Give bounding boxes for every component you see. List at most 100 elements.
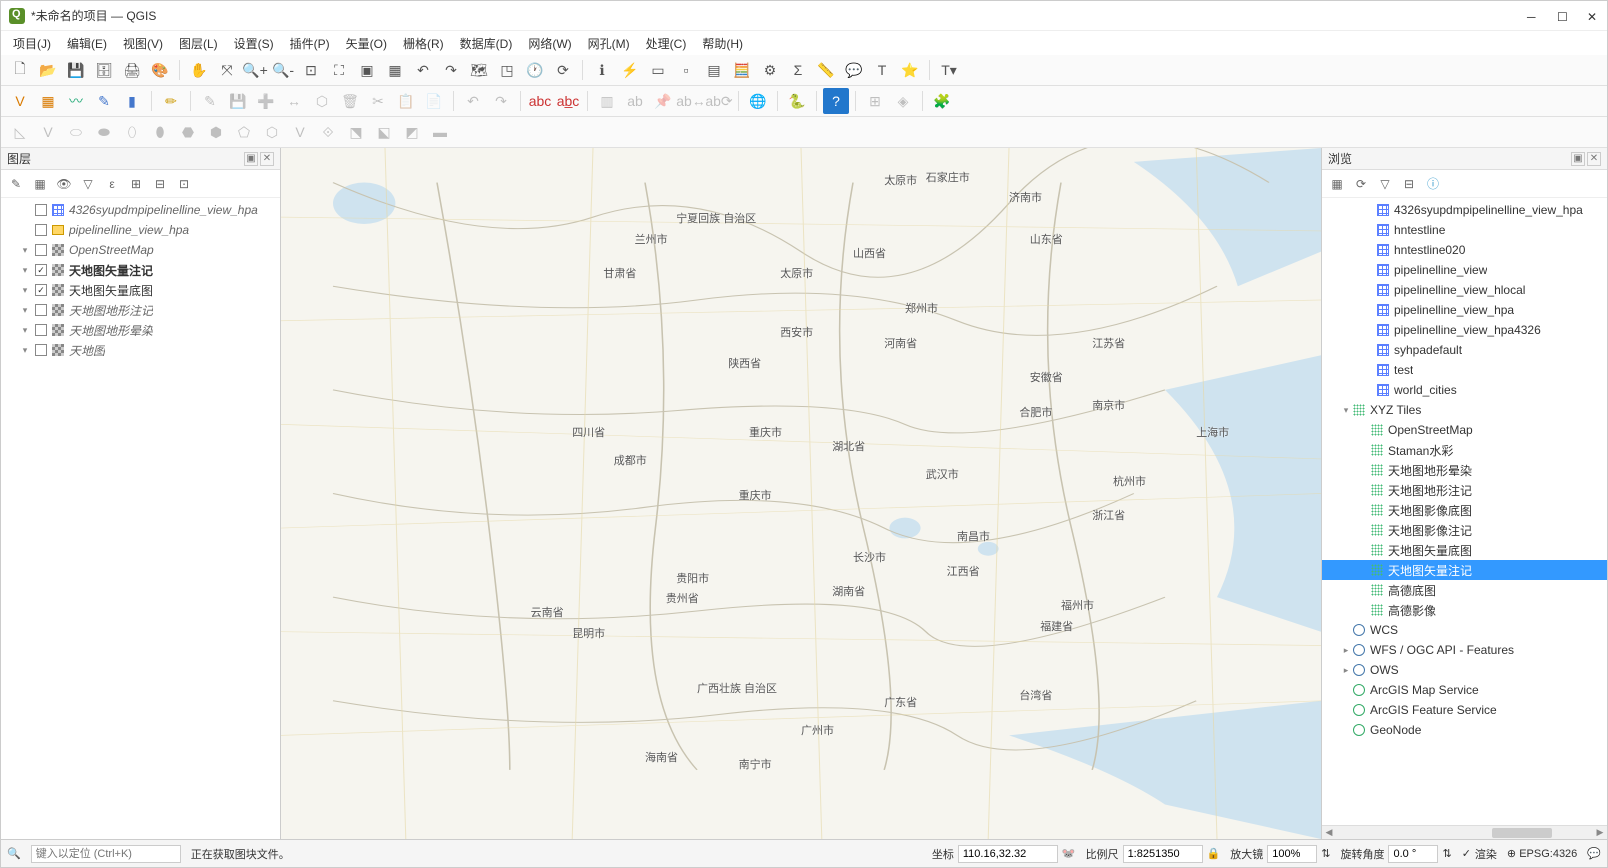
pan-selection-button[interactable]: ⤧ (214, 57, 240, 83)
action-button[interactable]: ⚡ (617, 57, 643, 83)
table-item[interactable]: test (1322, 360, 1607, 380)
lock-scale-icon[interactable]: 🔒 (1207, 847, 1221, 860)
menu-item[interactable]: 视图(V) (117, 33, 169, 54)
properties-icon[interactable]: ⓘ (1424, 175, 1442, 193)
field-calc-button[interactable]: 🧮 (729, 57, 755, 83)
expression-icon[interactable]: ε (103, 175, 121, 193)
new-project-button[interactable]: 🗋 (7, 57, 33, 83)
zoom-selection-button[interactable]: ▣ (354, 57, 380, 83)
print-layout-button[interactable]: 🖨 (119, 57, 145, 83)
layer-item[interactable]: ▾ 天地图地形晕染 (1, 320, 280, 340)
layer-checkbox[interactable] (35, 244, 47, 256)
layer-checkbox[interactable] (35, 204, 47, 216)
xyz-tile-item[interactable]: OpenStreetMap (1322, 420, 1607, 440)
help-button[interactable]: ? (823, 88, 849, 114)
zoom-native-button[interactable]: ⊡ (298, 57, 324, 83)
table-item[interactable]: 4326syupdmpipelinelline_view_hpa (1322, 200, 1607, 220)
magnifier-input[interactable] (1267, 845, 1317, 863)
style-icon[interactable]: ✎ (7, 175, 25, 193)
label-rule-button[interactable]: ab̲c (555, 88, 581, 114)
expand-icon[interactable]: ⊞ (127, 175, 145, 193)
add-group-icon[interactable]: ▦ (31, 175, 49, 193)
pan-button[interactable]: ✋ (186, 57, 212, 83)
new-map-button[interactable]: 🗺 (466, 57, 492, 83)
refresh-button[interactable]: ⟳ (550, 57, 576, 83)
close-button[interactable]: ✕ (1587, 10, 1599, 22)
save-button[interactable]: 💾 (63, 57, 89, 83)
xyz-tile-item[interactable]: 天地图矢量注记 (1322, 560, 1607, 580)
rotation-input[interactable] (1388, 845, 1438, 863)
visibility-icon[interactable]: 👁 (55, 175, 73, 193)
scale-input[interactable] (1123, 845, 1203, 863)
layer-item[interactable]: ▾ 天地图 (1, 340, 280, 360)
remove-icon[interactable]: ⊡ (175, 175, 193, 193)
panel-undock-button[interactable]: ▣ (1571, 152, 1585, 166)
filter-icon[interactable]: ▽ (79, 175, 97, 193)
menu-item[interactable]: 插件(P) (284, 33, 336, 54)
service-item[interactable]: ▸OWS (1322, 660, 1607, 680)
table-item[interactable]: world_cities (1322, 380, 1607, 400)
minimize-button[interactable]: ─ (1527, 10, 1539, 22)
menu-item[interactable]: 网孔(M) (582, 33, 636, 54)
zoom-next-button[interactable]: ↷ (438, 57, 464, 83)
menu-item[interactable]: 项目(J) (7, 33, 57, 54)
layer-checkbox[interactable] (35, 224, 47, 236)
table-item[interactable]: hntestline020 (1322, 240, 1607, 260)
bookmark-button[interactable]: ⭐ (897, 57, 923, 83)
extents-icon[interactable]: 🐭 (1062, 847, 1076, 860)
statistics-button[interactable]: Σ (785, 57, 811, 83)
temporal-button[interactable]: 🕐 (522, 57, 548, 83)
metasearch-button[interactable]: 🌐 (745, 88, 771, 114)
plugin-button[interactable]: 🧩 (929, 88, 955, 114)
menu-item[interactable]: 编辑(E) (61, 33, 113, 54)
xyz-tile-item[interactable]: Staman水彩 (1322, 440, 1607, 460)
stepper-icon[interactable]: ⇅ (1442, 847, 1451, 860)
panel-undock-button[interactable]: ▣ (244, 152, 258, 166)
browser-hscroll[interactable]: ◀ ▶ (1322, 825, 1607, 839)
xyz-tiles-group[interactable]: ▾XYZ Tiles (1322, 400, 1607, 420)
service-item[interactable]: ArcGIS Map Service (1322, 680, 1607, 700)
service-item[interactable]: WCS (1322, 620, 1607, 640)
map-canvas[interactable]: 石家庄市太原市宁夏回族 自治区济南市兰州市山西省山东省甘肃省太原市郑州市西安市河… (281, 148, 1321, 839)
xyz-tile-item[interactable]: 高德底图 (1322, 580, 1607, 600)
expander-icon[interactable]: ▾ (19, 305, 31, 316)
layers-tree[interactable]: 4326syupdmpipelinelline_view_hpa pipelin… (1, 198, 280, 839)
scroll-left-icon[interactable]: ◀ (1322, 827, 1336, 838)
menu-item[interactable]: 数据库(D) (454, 33, 519, 54)
expander-icon[interactable]: ▾ (19, 285, 31, 296)
browser-tree[interactable]: 4326syupdmpipelinelline_view_hpa hntestli… (1322, 198, 1607, 825)
coord-input[interactable] (958, 845, 1058, 863)
add-layer-icon[interactable]: ▦ (1328, 175, 1346, 193)
layer-item[interactable]: ▾ ✓ 天地图矢量注记 (1, 260, 280, 280)
xyz-tile-item[interactable]: 天地图地形注记 (1322, 480, 1607, 500)
xyz-tile-item[interactable]: 天地图地形晕染 (1322, 460, 1607, 480)
panel-close-button[interactable]: ✕ (1587, 152, 1601, 166)
expander-icon[interactable]: ▾ (1340, 405, 1352, 416)
stepper-icon[interactable]: ⇅ (1321, 847, 1330, 860)
add-mesh-button[interactable]: 〰 (63, 88, 89, 114)
layer-item[interactable]: 4326syupdmpipelinelline_view_hpa (1, 200, 280, 220)
menu-item[interactable]: 图层(L) (173, 33, 224, 54)
table-item[interactable]: syhpadefault (1322, 340, 1607, 360)
table-item[interactable]: pipelinelline_view (1322, 260, 1607, 280)
menu-item[interactable]: 栅格(R) (397, 33, 450, 54)
xyz-tile-item[interactable]: 天地图矢量底图 (1322, 540, 1607, 560)
service-item[interactable]: GeoNode (1322, 720, 1607, 740)
service-item[interactable]: ArcGIS Feature Service (1322, 700, 1607, 720)
layer-checkbox[interactable] (35, 324, 47, 336)
new-3d-button[interactable]: ◳ (494, 57, 520, 83)
menu-item[interactable]: 帮助(H) (696, 33, 749, 54)
layer-checkbox[interactable] (35, 344, 47, 356)
collapse-icon[interactable]: ⊟ (1400, 175, 1418, 193)
measure-button[interactable]: 📏 (813, 57, 839, 83)
scroll-right-icon[interactable]: ▶ (1593, 827, 1607, 838)
expander-icon[interactable]: ▾ (19, 325, 31, 336)
messages-icon[interactable]: 💬 (1587, 847, 1601, 860)
layer-item[interactable]: ▾ 天地图地形注记 (1, 300, 280, 320)
label-button[interactable]: abc (527, 88, 553, 114)
table-item[interactable]: pipelinelline_view_hlocal (1322, 280, 1607, 300)
xyz-tile-item[interactable]: 天地图影像注记 (1322, 520, 1607, 540)
refresh-icon[interactable]: ⟳ (1352, 175, 1370, 193)
expander-icon[interactable]: ▾ (19, 345, 31, 356)
menu-item[interactable]: 处理(C) (640, 33, 693, 54)
